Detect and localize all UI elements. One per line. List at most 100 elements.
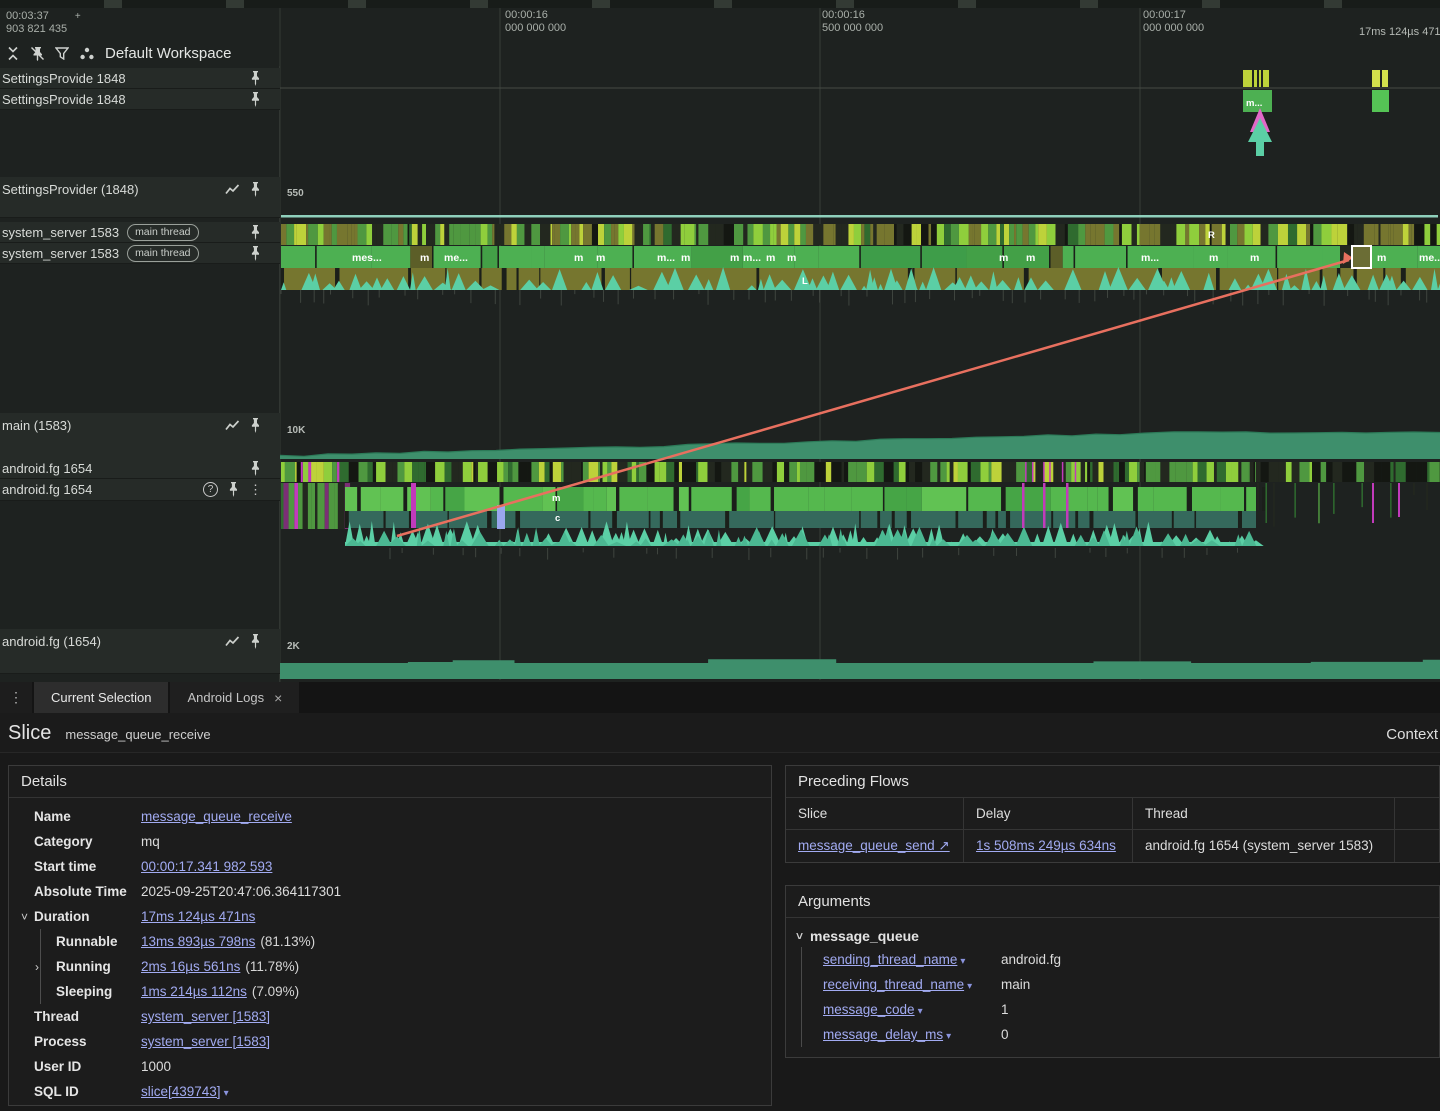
dropdown-icon[interactable]: ▾ — [918, 1006, 923, 1017]
tab-menu-icon[interactable]: ⋮ — [0, 682, 32, 713]
slice-label[interactable]: m — [1377, 252, 1386, 264]
context-button[interactable]: Context — [1386, 726, 1438, 743]
collapse-tracks-icon[interactable] — [6, 46, 20, 61]
tab-label: Current Selection — [51, 690, 152, 705]
slice-label[interactable]: mes... — [352, 252, 382, 264]
slice-label[interactable]: me... — [444, 252, 468, 264]
slice-label[interactable]: m — [420, 252, 429, 264]
timeline-area[interactable]: mes...mme...mmm...mmm...mmmmm...mmmme...… — [0, 0, 1440, 682]
track-header[interactable]: main (1583) — [0, 413, 280, 459]
workspace-title[interactable]: Default Workspace — [105, 45, 231, 62]
slice-label[interactable]: m — [596, 252, 605, 264]
slice-label[interactable]: m — [730, 252, 739, 264]
pin-icon[interactable] — [249, 182, 262, 197]
detail-value-link[interactable]: system_server [1583] — [141, 1034, 270, 1049]
argument-row: sending_thread_name ▾ android.fg — [786, 947, 1439, 972]
pin-icon[interactable] — [249, 91, 262, 107]
detail-value-link[interactable]: 13ms 893µs 798ns — [141, 934, 255, 949]
track-menu-icon[interactable]: ⋮ — [249, 483, 262, 496]
argument-key-link[interactable]: message_delay_ms — [823, 1027, 943, 1042]
detail-key: Absolute Time — [34, 884, 127, 899]
track-header[interactable]: system_server 1583 main thread — [0, 243, 280, 264]
details-card: Details Name message_queue_receive Categor… — [8, 765, 772, 1106]
expander-icon[interactable]: ˅ — [21, 910, 28, 924]
pin-icon[interactable] — [249, 418, 262, 433]
argument-key-link[interactable]: receiving_thread_name — [823, 977, 964, 992]
argument-value: android.fg — [1001, 952, 1062, 967]
detail-value-link[interactable]: 17ms 124µs 471ns — [141, 909, 255, 924]
arguments-card: Arguments ˅ message_queue sending_thread… — [785, 885, 1440, 1058]
expander-icon[interactable]: › — [35, 960, 39, 974]
sparkline-icon[interactable] — [225, 419, 240, 432]
detail-value-link[interactable]: slice[439743] — [141, 1084, 221, 1099]
dropdown-icon[interactable]: ▾ — [224, 1088, 229, 1099]
slice-label[interactable]: m — [1209, 252, 1218, 264]
slice-label[interactable]: m... — [1141, 252, 1159, 264]
pin-icon[interactable] — [249, 460, 262, 476]
tab-close-icon[interactable]: × — [274, 690, 282, 706]
unpin-all-icon[interactable] — [30, 46, 45, 61]
argument-row: message_code ▾ 1 — [786, 997, 1439, 1022]
track-header[interactable]: android.fg 1654? ⋮ — [0, 479, 280, 501]
detail-value-link[interactable]: 1ms 214µs 112ns — [141, 984, 247, 999]
flows-column-header: Delay — [964, 798, 1133, 830]
argument-key-link[interactable]: sending_thread_name — [823, 952, 957, 967]
pin-icon[interactable] — [227, 482, 240, 497]
track-header[interactable]: SettingsProvide 1848 — [0, 89, 280, 110]
detail-value-link[interactable]: system_server [1583] — [141, 1009, 270, 1024]
detail-value-link[interactable]: message_queue_receive — [141, 809, 292, 824]
sparkline-icon[interactable] — [225, 635, 240, 648]
slice-label[interactable]: m... — [657, 252, 675, 264]
slice-label[interactable]: m — [1026, 252, 1035, 264]
slice-label[interactable]: m — [766, 252, 775, 264]
slice-label[interactable]: m — [1250, 252, 1259, 264]
slice-label[interactable]: m — [999, 252, 1008, 264]
track-header[interactable]: SettingsProvide 1848 — [0, 68, 280, 89]
tab-current-selection[interactable]: Current Selection — [34, 682, 169, 713]
detail-key: Duration — [34, 909, 90, 924]
dropdown-icon[interactable]: ▾ — [960, 956, 965, 967]
dropdown-icon[interactable]: ▾ — [946, 1031, 951, 1042]
pin-icon[interactable] — [249, 245, 262, 261]
details-panel: ⋮ Current Selection Android Logs × Slice m… — [0, 682, 1440, 1111]
timeline-annotation: L — [802, 276, 808, 287]
slice-label[interactable]: m — [574, 252, 583, 264]
detail-suffix: (11.78%) — [245, 959, 300, 974]
overview-minimap[interactable] — [0, 0, 1440, 8]
pin-icon[interactable] — [249, 70, 262, 86]
pin-icon[interactable] — [249, 634, 262, 649]
track-header[interactable]: android.fg 1654 — [0, 458, 280, 479]
flow-slice-link[interactable]: message_queue_send ↗ — [798, 838, 950, 853]
tab-android-logs[interactable]: Android Logs × — [170, 682, 300, 713]
slice-label[interactable]: me... — [1419, 252, 1440, 264]
argument-key-link[interactable]: message_code — [823, 1002, 915, 1017]
pin-icon[interactable] — [249, 224, 262, 240]
detail-row: User ID 1000 — [9, 1054, 771, 1079]
track-sidebar — [0, 66, 280, 682]
argument-value: 1 — [1001, 1002, 1009, 1017]
track-header[interactable]: system_server 1583 main thread — [0, 222, 280, 243]
slice-label[interactable]: m — [681, 252, 690, 264]
counter-scale-label: 10K — [287, 425, 306, 436]
dropdown-icon[interactable]: ▾ — [967, 981, 972, 992]
track-header[interactable]: android.fg (1654) — [0, 629, 280, 674]
track-header[interactable]: SettingsProvider (1848) — [0, 177, 280, 218]
filter-icon[interactable] — [55, 46, 69, 60]
flow-empty-cell — [1395, 830, 1439, 862]
flows-column-header: Slice — [786, 798, 964, 830]
expander-icon[interactable]: ˅ — [796, 929, 803, 943]
track-name: SettingsProvide 1848 — [2, 91, 126, 107]
detail-value-link[interactable]: 2ms 16µs 561ns — [141, 959, 240, 974]
selected-slice[interactable] — [1351, 245, 1372, 269]
sparkline-icon[interactable] — [225, 183, 240, 196]
slice-label[interactable]: m... — [743, 252, 761, 264]
detail-value-link[interactable]: 00:00:17.341 982 593 — [141, 859, 272, 874]
argument-group[interactable]: ˅ message_queue — [786, 918, 1439, 947]
thread-chip: main thread — [127, 223, 199, 241]
flow-delay-link[interactable]: 1s 508ms 249µs 634ns — [976, 838, 1116, 853]
workspace-icon[interactable] — [79, 46, 95, 61]
help-icon[interactable]: ? — [203, 482, 218, 497]
detail-suffix: (81.13%) — [260, 934, 316, 949]
detail-row: Thread system_server [1583] — [9, 1004, 771, 1029]
slice-label[interactable]: m — [787, 252, 796, 264]
